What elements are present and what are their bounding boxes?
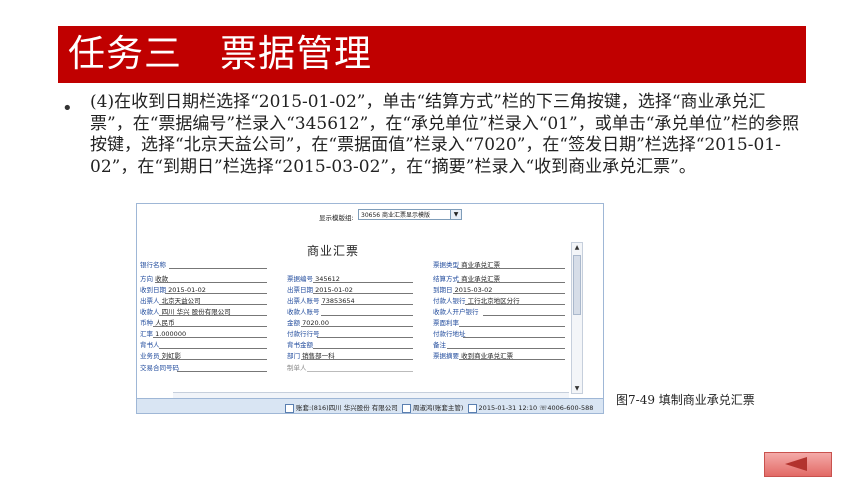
field-underline: [169, 268, 267, 269]
field-underline: [447, 348, 565, 349]
figure-caption: 图7-49 填制商业承兑汇票: [616, 393, 755, 407]
field-label: 银行名称: [140, 261, 166, 269]
field-underline: [153, 326, 267, 327]
field-label: 到期日: [433, 286, 453, 294]
status-datetime: 2015-01-31 12:10: [478, 404, 538, 412]
field-label: 方向: [140, 275, 153, 283]
field-label: 币种: [140, 319, 153, 327]
field-label: 出票人: [140, 297, 160, 305]
field-payer-bank-code[interactable]: 付款行行号: [287, 330, 320, 338]
field-label: 付款行行号: [287, 330, 320, 338]
scroll-thumb[interactable]: [573, 255, 581, 315]
field-label: 出票日期: [287, 286, 313, 294]
field-underline: [159, 315, 267, 316]
field-label: 付款行地址: [433, 330, 466, 338]
user-icon: [401, 403, 411, 413]
field-underline: [307, 371, 413, 372]
field-underline: [301, 326, 413, 327]
field-underline: [313, 293, 413, 294]
field-underline: [313, 282, 413, 283]
template-value: 30656 商业汇票显示模版: [361, 212, 430, 219]
field-underline: [483, 315, 565, 316]
field-label: 结算方式: [433, 275, 459, 283]
field-label: 票据摘要: [433, 352, 459, 360]
status-phone: 4006-600-588: [547, 404, 594, 412]
template-select[interactable]: 30656 商业汇票显示模版 ▼: [358, 209, 462, 220]
field-label: 背书金额: [287, 341, 313, 349]
field-payer-bank-addr[interactable]: 付款行地址: [433, 330, 466, 338]
field-underline: [159, 359, 267, 360]
field-payee-bank[interactable]: 收款人开户银行: [433, 308, 479, 316]
field-payee-account[interactable]: 收款人账号: [287, 308, 320, 316]
field-label: 背书人: [140, 341, 160, 349]
field-underline: [155, 282, 267, 283]
status-bar: 账套:(816)四川 华兴股份 有限公司 周淑鸿(账套主管) 2015-01-3…: [137, 398, 603, 413]
field-underline: [453, 293, 565, 294]
field-label: 制单人: [287, 364, 307, 372]
field-underline: [465, 304, 565, 305]
instruction-text: (4)在收到日期栏选择“2015-01-02”，单击“结算方式”栏的下三角按键，…: [90, 92, 800, 177]
status-user: 周淑鸿(账套主管): [412, 404, 464, 412]
form-title: 商业汇票: [307, 244, 360, 258]
field-underline: [457, 282, 565, 283]
field-face-rate[interactable]: 票面利率: [433, 319, 459, 327]
field-underline: [153, 337, 267, 338]
field-label: 收到日期: [140, 286, 166, 294]
title-bar: 任务三 票据管理: [58, 26, 806, 83]
field-label: 付款人银行: [433, 297, 466, 305]
field-label: 票据编号: [287, 275, 313, 283]
field-label: 票据类型: [433, 261, 459, 269]
field-label: 出票人账号: [287, 297, 320, 305]
left-arrow-icon: [785, 457, 807, 471]
field-underline: [457, 268, 565, 269]
field-label: 收款人开户银行: [433, 308, 479, 316]
field-label: 汇率: [140, 330, 153, 338]
field-underline: [321, 304, 413, 305]
field-underline: [317, 337, 413, 338]
status-content: 账套:(816)四川 华兴股份 有限公司 周淑鸿(账套主管) 2015-01-3…: [283, 402, 593, 413]
field-label: 备注: [433, 341, 446, 349]
chevron-down-icon[interactable]: ▼: [450, 210, 461, 219]
field-endorser[interactable]: 背书人: [140, 341, 160, 349]
field-underline: [177, 371, 267, 372]
field-underline: [459, 326, 565, 327]
field-label: 票面利率: [433, 319, 459, 327]
field-label: 收款人: [140, 308, 160, 316]
field-note[interactable]: 备注: [433, 341, 446, 349]
template-label: 显示模版组:: [319, 214, 354, 222]
back-button[interactable]: [764, 452, 832, 477]
field-label: 交易合同号码: [140, 364, 179, 372]
field-underline: [159, 304, 267, 305]
account-icon: [285, 403, 294, 413]
field-endorse-amount[interactable]: 背书金额: [287, 341, 313, 349]
field-label: 金额: [287, 319, 300, 327]
calendar-icon: [467, 403, 477, 413]
field-underline: [463, 337, 565, 338]
field-underline: [159, 348, 267, 349]
field-bank-name[interactable]: 银行名称: [140, 261, 166, 269]
field-underline: [321, 315, 413, 316]
field-label: 部门: [287, 352, 300, 360]
field-underline: [459, 359, 565, 360]
slide-title: 任务三 票据管理: [68, 32, 372, 75]
field-underline: [301, 359, 413, 360]
bullet-marker: •: [62, 98, 73, 119]
field-contract-no[interactable]: 交易合同号码: [140, 364, 179, 372]
status-account: 账套:(816)四川 华兴股份 有限公司: [296, 404, 398, 412]
scroll-up-icon[interactable]: ▲: [572, 243, 582, 252]
field-label: 业务员: [140, 352, 160, 360]
field-maker[interactable]: 制单人: [287, 364, 307, 372]
field-underline: [313, 348, 413, 349]
bill-entry-screenshot: 显示模版组: 30656 商业汇票显示模版 ▼ 商业汇票 银行名称 票据类型 商…: [136, 203, 604, 414]
scroll-down-icon[interactable]: ▼: [572, 384, 582, 393]
vertical-scrollbar[interactable]: ▲ ▼: [571, 242, 583, 394]
field-underline: [165, 293, 267, 294]
field-label: 收款人账号: [287, 308, 320, 316]
template-toolbar: 显示模版组: 30656 商业汇票显示模版 ▼: [137, 204, 603, 230]
